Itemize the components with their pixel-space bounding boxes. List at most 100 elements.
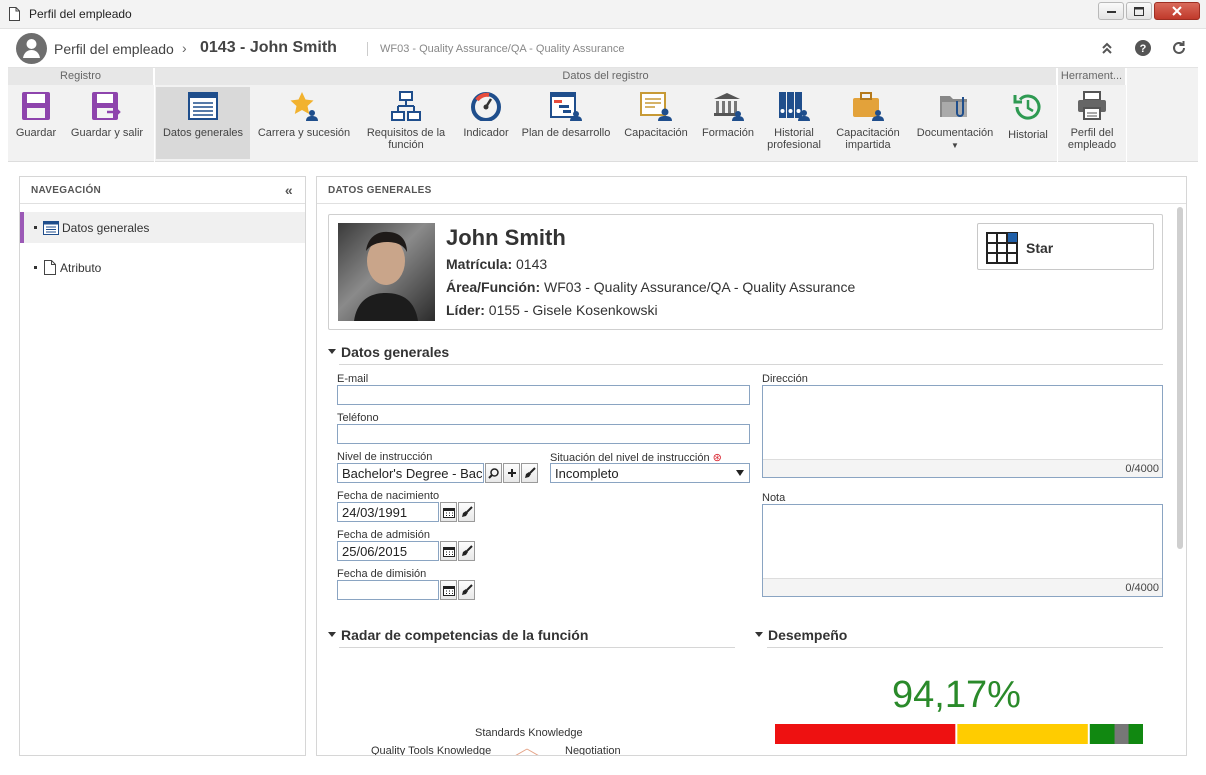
eraser-broom-icon <box>461 545 473 556</box>
address-label: Dirección <box>762 373 808 385</box>
close-button[interactable] <box>1154 2 1200 20</box>
education-status-value: Incompleto <box>555 466 619 481</box>
indicator-button[interactable]: Indicador <box>456 87 516 159</box>
section-radar-toggle[interactable]: Radar de competencias de la función <box>328 627 588 643</box>
document-icon <box>9 7 20 21</box>
radar-axis-label: Standards Knowledge <box>475 727 583 739</box>
breadcrumb-module[interactable]: Perfil del empleado <box>54 41 174 57</box>
history-button[interactable]: Historial <box>1002 87 1054 159</box>
maximize-button[interactable] <box>1126 2 1152 20</box>
employee-profile-print-button[interactable]: Perfil del empleado <box>1060 87 1124 159</box>
performance-gauge-bar <box>775 724 1143 744</box>
section-performance-toggle[interactable]: Desempeño <box>755 627 847 643</box>
page-header: Perfil del empleado › 0143 - John Smith … <box>8 30 1198 68</box>
education-level-label: Nivel de instrucción <box>337 451 433 463</box>
list-window-icon <box>188 92 218 120</box>
nav-item-label: Datos generales <box>62 220 150 235</box>
email-field[interactable] <box>337 385 750 405</box>
employee-photo <box>338 223 435 321</box>
chevron-down-icon: ▼ <box>951 141 959 150</box>
education-button[interactable]: Formación <box>696 87 760 159</box>
nine-box-position[interactable]: Star <box>977 223 1154 270</box>
address-char-counter: 0/4000 <box>763 459 1162 477</box>
education-button-label: Formación <box>702 127 754 139</box>
indicator-button-label: Indicador <box>463 127 509 139</box>
general-data-button[interactable]: Datos generales <box>156 87 250 159</box>
binders-icon <box>779 92 810 121</box>
vertical-scrollbar[interactable] <box>1177 207 1183 549</box>
close-icon <box>1172 6 1182 16</box>
education-level-field[interactable]: Bachelor's Degree - Bac <box>337 463 484 483</box>
birth-date-calendar-button[interactable] <box>440 502 457 522</box>
bullet-icon <box>34 226 37 229</box>
collapse-left-icon[interactable]: « <box>285 182 293 198</box>
note-char-counter: 0/4000 <box>763 578 1162 596</box>
birth-date-label: Fecha de nacimiento <box>337 490 440 502</box>
breadcrumb-separator-icon: › <box>182 40 187 56</box>
refresh-icon[interactable] <box>1170 39 1188 57</box>
search-icon <box>488 467 499 479</box>
ribbon-group-registro: Registro <box>8 68 154 85</box>
function-requirements-button[interactable]: Requisitos de la función <box>360 87 452 159</box>
save-button[interactable]: Guardar <box>10 87 62 159</box>
save-exit-button[interactable]: Guardar y salir <box>66 87 148 159</box>
birth-date-field[interactable]: 24/03/1991 <box>337 502 439 522</box>
birth-date-clear-button[interactable] <box>458 502 475 522</box>
maximize-icon <box>1134 6 1144 16</box>
triangle-down-icon <box>328 348 336 354</box>
employee-profile-label-2: empleado <box>1067 139 1117 151</box>
dismissal-date-field[interactable] <box>337 580 439 600</box>
plus-icon <box>507 469 516 477</box>
note-textarea[interactable]: 0/4000 <box>762 504 1163 597</box>
clear-education-button[interactable] <box>521 463 538 483</box>
nine-box-grid-icon <box>986 232 1018 264</box>
training-button[interactable]: Capacitación <box>620 87 692 159</box>
save-exit-icon <box>92 92 121 120</box>
education-status-select[interactable]: Incompleto <box>550 463 750 483</box>
nav-item-general-data[interactable]: Datos generales <box>20 212 305 243</box>
phone-field[interactable] <box>337 424 750 444</box>
gauge-icon <box>471 92 501 121</box>
function-requirements-label-1: Requisitos de la <box>366 127 446 139</box>
career-button[interactable]: Carrera y sucesión <box>254 87 354 159</box>
email-label: E-mail <box>337 373 369 385</box>
dismissal-date-clear-button[interactable] <box>458 580 475 600</box>
employee-leader: Líder: 0155 - Gisele Kosenkowski <box>446 302 658 318</box>
career-button-label: Carrera y sucesión <box>257 127 351 139</box>
dismissal-date-calendar-button[interactable] <box>440 580 457 600</box>
given-training-label-2: impartida <box>845 139 891 151</box>
navigation-title: NAVEGACIÓN <box>31 185 102 196</box>
radar-axis-label: Negotiation <box>565 745 621 756</box>
minimize-icon <box>1106 10 1116 13</box>
development-plan-label: Plan de desarrollo <box>521 127 611 139</box>
minimize-button[interactable] <box>1098 2 1124 20</box>
section-general-data-toggle[interactable]: Datos generales <box>328 344 449 360</box>
given-training-button[interactable]: Capacitación impartida <box>828 87 908 159</box>
admission-date-clear-button[interactable] <box>458 541 475 561</box>
ribbon-toolbar: Registro Datos del registro Herrament...… <box>8 68 1198 162</box>
bullet-icon <box>34 266 37 269</box>
eraser-broom-icon <box>461 584 473 595</box>
dropdown-arrow-icon <box>736 470 744 476</box>
admission-date-calendar-button[interactable] <box>440 541 457 561</box>
admission-date-field[interactable]: 25/06/2015 <box>337 541 439 561</box>
development-plan-button[interactable]: Plan de desarrollo <box>518 87 614 159</box>
history-button-label: Historial <box>1008 129 1048 141</box>
help-icon[interactable]: ? <box>1134 39 1152 57</box>
window-title: Perfil del empleado <box>29 7 132 21</box>
collapse-up-icon[interactable] <box>1098 39 1116 57</box>
search-education-button[interactable] <box>485 463 502 483</box>
nav-item-attribute[interactable]: Atributo <box>20 252 305 283</box>
save-exit-button-label: Guardar y salir <box>70 127 144 139</box>
history-clock-icon <box>1013 94 1041 120</box>
add-education-button[interactable] <box>503 463 520 483</box>
professional-history-button[interactable]: Historial profesional <box>764 87 824 159</box>
institution-icon <box>714 93 744 121</box>
address-textarea[interactable]: 0/4000 <box>762 385 1163 478</box>
document-icon <box>44 260 56 275</box>
calendar-icon <box>442 507 455 518</box>
gantt-icon <box>550 92 582 121</box>
content-title: DATOS GENERALES <box>317 177 1186 204</box>
nav-item-label: Atributo <box>60 260 102 275</box>
documentation-button[interactable]: Documentación ▼ <box>912 87 998 159</box>
